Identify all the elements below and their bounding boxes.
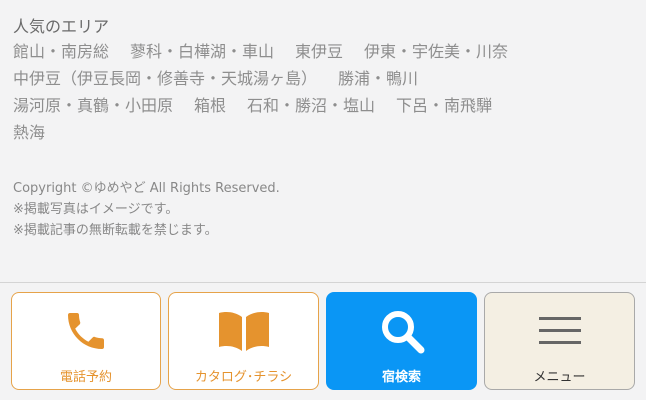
search-icon: [378, 305, 426, 357]
area-row: 湯河原・真鶴・小田原 箱根 石和・勝沼・塩山 下呂・南飛騨: [13, 92, 646, 119]
area-link[interactable]: 伊東・宇佐美・川奈: [364, 38, 508, 65]
area-link[interactable]: 勝浦・鴨川: [338, 65, 418, 92]
area-link[interactable]: 石和・勝沼・塩山: [247, 92, 375, 119]
area-link[interactable]: 下呂・南飛騨: [396, 92, 492, 119]
menu-button[interactable]: メニュー: [484, 292, 635, 390]
reprint-note: ※掲載記事の無断転載を禁じます。: [13, 223, 218, 238]
copyright-block: Copyright ©ゆめやど All Rights Reserved. ※掲載…: [13, 178, 646, 241]
phone-reservation-button[interactable]: 電話予約: [11, 292, 161, 390]
area-link[interactable]: 蓼科・白樺湖・車山: [130, 38, 274, 65]
area-link[interactable]: 熱海: [13, 119, 45, 146]
bottom-nav-bar: 電話予約 カタログ･チラシ 宿検索 メニュー: [0, 283, 646, 400]
catalog-flyer-button[interactable]: カタログ･チラシ: [168, 292, 319, 390]
inn-search-button[interactable]: 宿検索: [326, 292, 477, 390]
catalog-flyer-label: カタログ･チラシ: [194, 370, 293, 385]
inn-search-label: 宿検索: [381, 370, 421, 385]
footer-area: 人気のエリア 館山・南房総 蓼科・白樺湖・車山 東伊豆 伊東・宇佐美・川奈 中伊豆（伊…: [0, 0, 646, 283]
area-row: 熱海: [13, 119, 646, 146]
phone-icon: [62, 305, 110, 357]
copyright-text: Copyright ©ゆめやど All Rights Reserved.: [13, 181, 280, 196]
phone-reservation-label: 電話予約: [59, 370, 112, 385]
area-link[interactable]: 館山・南房総: [13, 38, 109, 65]
photo-note: ※掲載写真はイメージです。: [13, 202, 179, 217]
area-link[interactable]: 東伊豆: [295, 38, 343, 65]
menu-label: メニュー: [533, 370, 586, 385]
area-link[interactable]: 湯河原・真鶴・小田原: [13, 92, 173, 119]
area-link[interactable]: 中伊豆（伊豆長岡・修善寺・天城湯ヶ島）: [13, 65, 317, 92]
hamburger-icon: [538, 305, 581, 357]
popular-areas-list: 館山・南房総 蓼科・白樺湖・車山 東伊豆 伊東・宇佐美・川奈 中伊豆（伊豆長岡・修善寺…: [13, 38, 646, 146]
area-link[interactable]: 箱根: [194, 92, 226, 119]
area-row: 館山・南房総 蓼科・白樺湖・車山 東伊豆 伊東・宇佐美・川奈: [13, 38, 646, 65]
popular-areas-heading: 人気のエリア: [13, 17, 110, 36]
area-row: 中伊豆（伊豆長岡・修善寺・天城湯ヶ島） 勝浦・鴨川: [13, 65, 646, 92]
book-icon: [217, 305, 271, 357]
